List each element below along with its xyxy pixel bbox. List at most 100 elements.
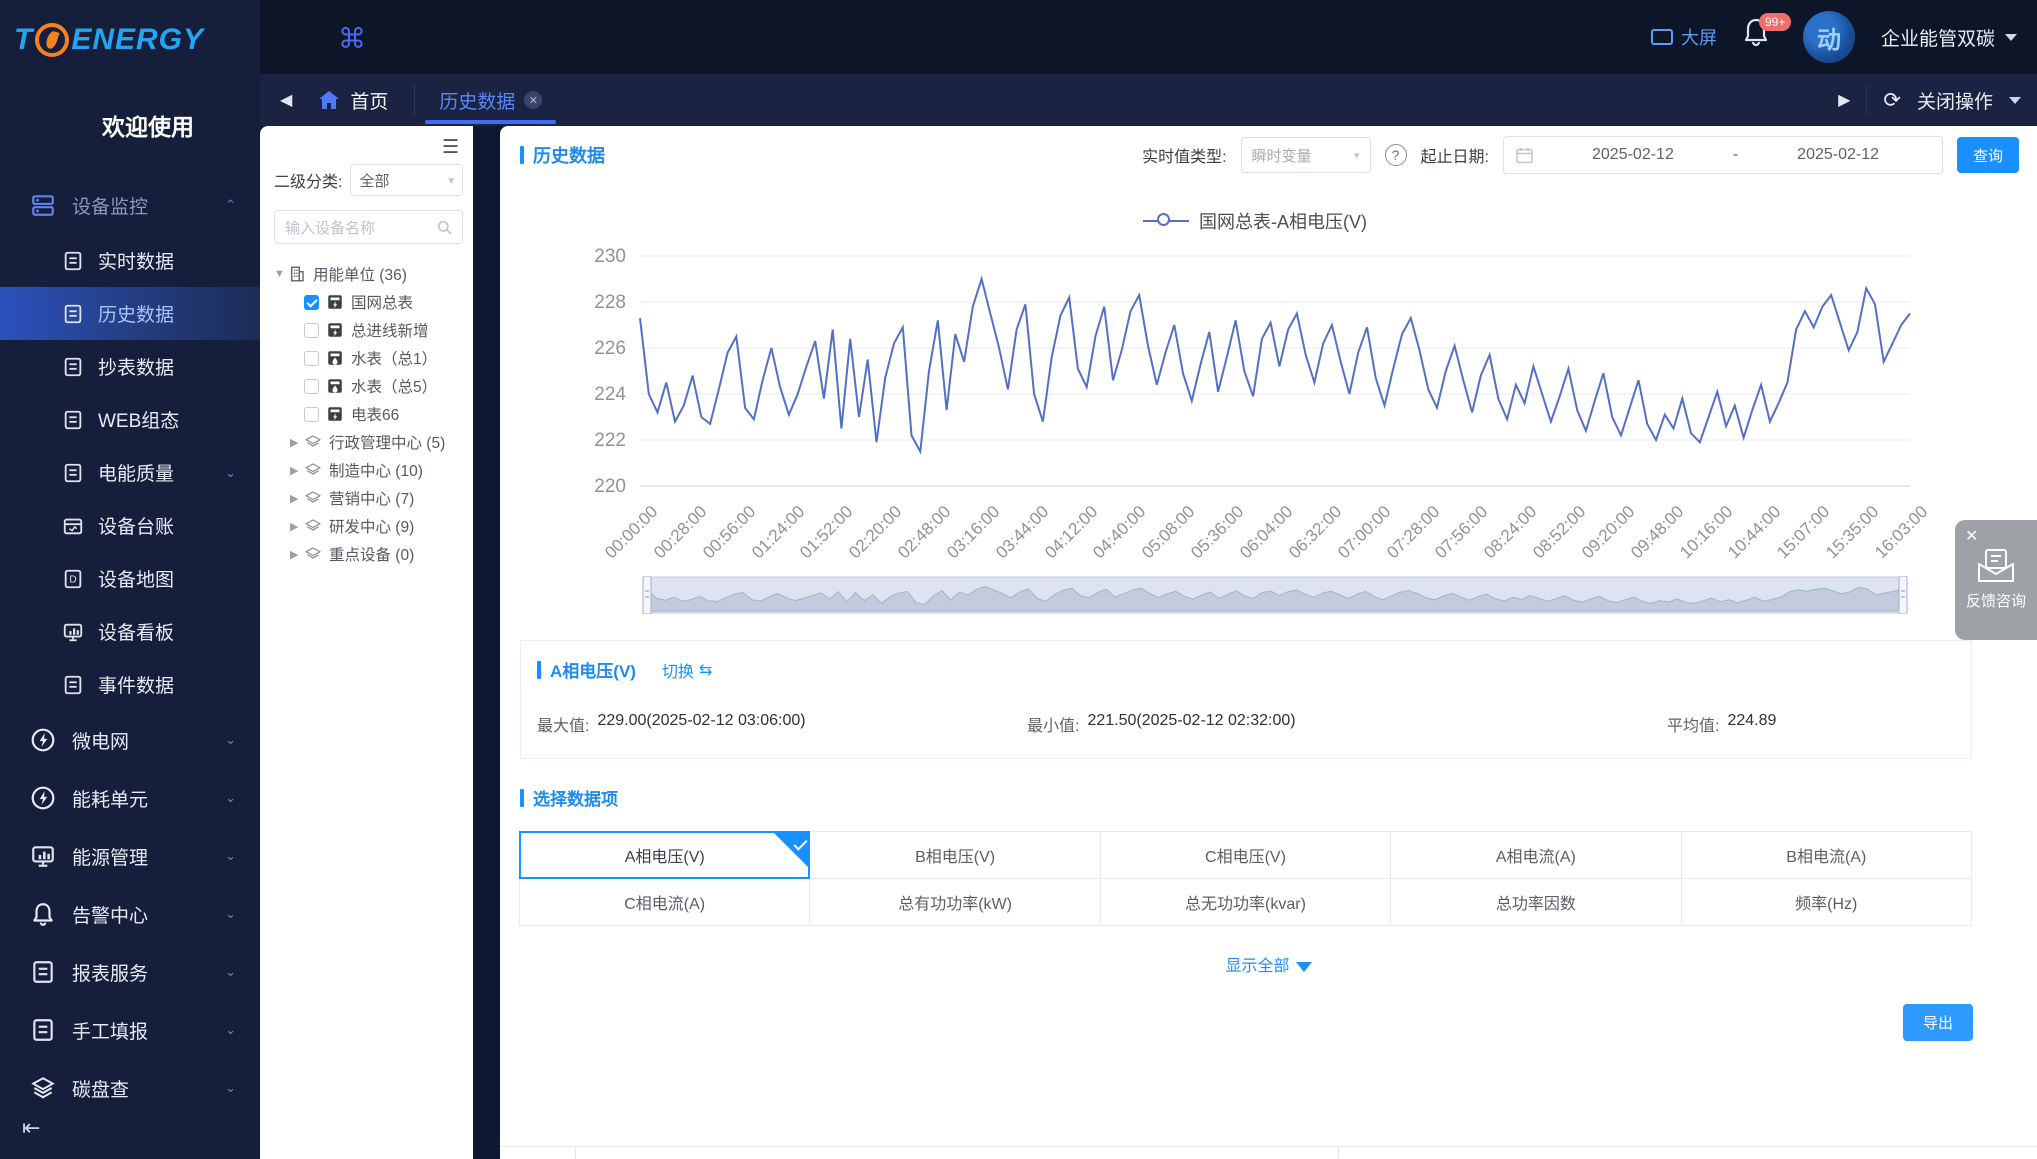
- tree-folder-4[interactable]: ▶ 重点设备 (0): [274, 540, 463, 568]
- data-item-button-0[interactable]: A相电压(V): [519, 831, 810, 879]
- chart-legend[interactable]: 国网总表-A相电压(V): [540, 208, 1970, 234]
- checkbox[interactable]: [304, 351, 319, 366]
- sidebar-menu: 设备监控⌃实时数据历史数据抄表数据WEB组态电能质量⌄设备台账D设备地图设备看板…: [0, 176, 260, 1117]
- tree-device-1[interactable]: 总进线新增: [274, 316, 463, 344]
- data-item-button-3[interactable]: A相电流(A): [1390, 831, 1681, 879]
- data-item-button-4[interactable]: B相电流(A): [1681, 831, 1972, 879]
- data-item-button-8[interactable]: 总功率因数: [1390, 878, 1681, 926]
- sidebar-item-2[interactable]: 历史数据: [0, 287, 260, 340]
- date-end-value[interactable]: 2025-02-12: [1746, 146, 1930, 164]
- x-tick-label: 04:12:00: [1041, 502, 1102, 563]
- data-item-button-6[interactable]: 总有功功率(kW): [809, 878, 1100, 926]
- sidebar-item-16[interactable]: 碳盘查⌄: [0, 1059, 260, 1117]
- apps-grid-icon[interactable]: ⌘: [338, 22, 366, 55]
- notifications-button[interactable]: 99+: [1743, 17, 1777, 57]
- feedback-button[interactable]: 反馈咨询: [1955, 548, 2037, 611]
- switch-link[interactable]: 切换 ⇆: [662, 658, 712, 682]
- sidebar-item-14[interactable]: 报表服务⌄: [0, 943, 260, 1001]
- avatar[interactable]: 动: [1803, 11, 1855, 63]
- chevron-down-icon: ⌄: [225, 848, 236, 864]
- close-operations-label[interactable]: 关闭操作: [1917, 87, 1993, 114]
- x-tick-label: 16:03:00: [1871, 502, 1932, 563]
- date-start-value[interactable]: 2025-02-12: [1541, 146, 1725, 164]
- tab-home[interactable]: 首页: [292, 74, 414, 126]
- tree-menu-icon[interactable]: ☰: [442, 136, 459, 159]
- sidebar-item-13[interactable]: 告警中心⌄: [0, 885, 260, 943]
- datazoom-handle[interactable]: [1899, 576, 1907, 614]
- tree-folder-3[interactable]: ▶ 研发中心 (9): [274, 512, 463, 540]
- x-tick-label: 05:08:00: [1138, 502, 1199, 563]
- water-meter-icon: [326, 377, 344, 395]
- feedback-widget[interactable]: ✕ 反馈咨询: [1955, 520, 2037, 640]
- sidebar-item-12[interactable]: 能源管理 ⌄: [0, 827, 260, 885]
- chevron-down-icon[interactable]: [2009, 97, 2021, 104]
- x-tick-label: 06:32:00: [1285, 502, 1346, 563]
- caret-collapsed-icon[interactable]: ▶: [290, 520, 304, 533]
- realtime-type-select[interactable]: 瞬时变量 ▾: [1241, 137, 1371, 173]
- caret-expanded-icon[interactable]: ▼: [274, 268, 288, 280]
- sidebar-item-3[interactable]: 抄表数据: [0, 340, 260, 393]
- refresh-icon[interactable]: ⟳: [1883, 88, 1901, 113]
- caret-collapsed-icon[interactable]: ▶: [290, 548, 304, 561]
- tree-folder-label: 研发中心 (9): [329, 515, 414, 537]
- caret-collapsed-icon[interactable]: ▶: [290, 464, 304, 477]
- sidebar-item-15[interactable]: 手工填报⌄: [0, 1001, 260, 1059]
- data-item-button-2[interactable]: C相电压(V): [1100, 831, 1391, 879]
- data-item-button-1[interactable]: B相电压(V): [809, 831, 1100, 879]
- chevron-down-icon: ⌄: [225, 1080, 236, 1096]
- sidebar-item-8[interactable]: 设备看板: [0, 605, 260, 658]
- checkbox[interactable]: [304, 323, 319, 338]
- tabs-scroll-left-icon[interactable]: ◀: [280, 90, 292, 110]
- datazoom-handle[interactable]: [643, 576, 651, 614]
- class-filter-select[interactable]: 全部 ▾: [350, 164, 463, 196]
- sidebar-item-4[interactable]: WEB组态: [0, 393, 260, 446]
- sidebar-item-5[interactable]: 电能质量⌄: [0, 446, 260, 499]
- tree-device-label: 电表66: [351, 403, 399, 425]
- tab-history-data[interactable]: 历史数据 ✕: [415, 74, 566, 126]
- show-all-toggle[interactable]: 显示全部: [500, 952, 2037, 976]
- export-button[interactable]: 导出: [1903, 1004, 1973, 1041]
- data-item-button-9[interactable]: 频率(Hz): [1681, 878, 1972, 926]
- x-tick-label: 00:56:00: [699, 502, 760, 563]
- date-range-input[interactable]: 2025-02-12 - 2025-02-12: [1503, 136, 1943, 174]
- query-button[interactable]: 查询: [1957, 137, 2019, 173]
- sidebar-collapse-icon[interactable]: ⇤: [22, 1115, 40, 1141]
- sidebar-item-0[interactable]: 设备监控⌃: [0, 176, 260, 234]
- tree-device-0[interactable]: 国网总表: [274, 288, 463, 316]
- logo-text-t: T: [14, 23, 33, 57]
- checkbox[interactable]: [304, 379, 319, 394]
- tree-root[interactable]: ▼ 用能单位 (36): [274, 260, 463, 288]
- checkbox[interactable]: [304, 295, 319, 310]
- sidebar-item-6[interactable]: 设备台账: [0, 499, 260, 552]
- caret-collapsed-icon[interactable]: ▶: [290, 492, 304, 505]
- tree-folder-1[interactable]: ▶ 制造中心 (10): [274, 456, 463, 484]
- data-item-button-5[interactable]: C相电流(A): [519, 878, 810, 926]
- sidebar-item-10[interactable]: 微电网⌄: [0, 711, 260, 769]
- tree-device-3[interactable]: 水表（总5）: [274, 372, 463, 400]
- tabs-scroll-right-icon[interactable]: ▶: [1838, 90, 1850, 110]
- tab-close-icon[interactable]: ✕: [524, 91, 542, 109]
- tree-device-2[interactable]: 水表（总1）: [274, 344, 463, 372]
- bigscreen-button[interactable]: 大屏: [1651, 24, 1717, 50]
- close-icon[interactable]: ✕: [1965, 526, 1978, 546]
- tree-device-4[interactable]: 电表66: [274, 400, 463, 428]
- data-item-label: 总功率因数: [1496, 890, 1576, 914]
- sidebar-item-11[interactable]: 能耗单元⌄: [0, 769, 260, 827]
- tree-folder-2[interactable]: ▶ 营销中心 (7): [274, 484, 463, 512]
- caret-collapsed-icon[interactable]: ▶: [290, 436, 304, 449]
- help-icon[interactable]: ?: [1385, 144, 1407, 166]
- checkbox[interactable]: [304, 407, 319, 422]
- tree-folder-0[interactable]: ▶ 行政管理中心 (5): [274, 428, 463, 456]
- org-switcher[interactable]: 企业能管双碳: [1881, 24, 2017, 51]
- sidebar-item-label: 能源管理: [72, 843, 148, 870]
- sidebar-item-7[interactable]: D设备地图: [0, 552, 260, 605]
- data-item-button-7[interactable]: 总无功功率(kvar): [1100, 878, 1391, 926]
- sidebar-item-1[interactable]: 实时数据: [0, 234, 260, 287]
- chart-datazoom-slider[interactable]: [640, 576, 1910, 614]
- x-tick-label: 06:04:00: [1236, 502, 1297, 563]
- sidebar-item-label: 能耗单元: [72, 785, 148, 812]
- data-item-label: A相电流(A): [1496, 843, 1576, 867]
- legend-marker-icon: [1143, 220, 1189, 223]
- device-search-input[interactable]: 输入设备名称: [274, 210, 463, 244]
- sidebar-item-9[interactable]: 事件数据: [0, 658, 260, 711]
